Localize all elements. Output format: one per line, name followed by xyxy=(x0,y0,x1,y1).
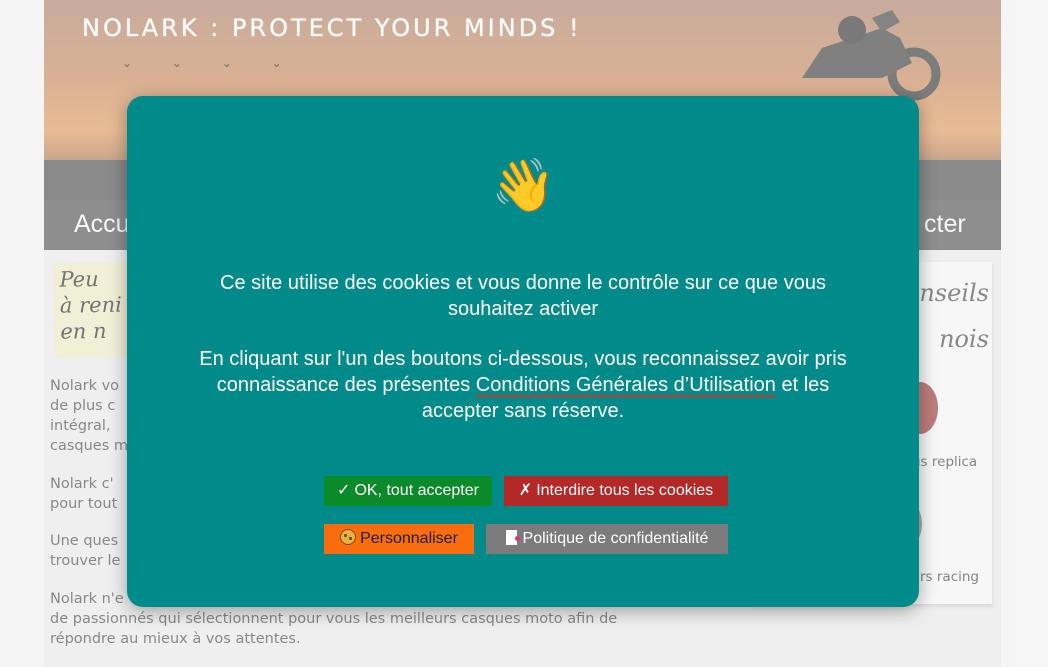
document-icon xyxy=(505,530,520,545)
checkmark-icon: ✓ xyxy=(337,482,351,499)
privacy-policy-button[interactable]: Politique de confidentialité xyxy=(486,524,728,554)
cookie-terms-text: En cliquant sur l'un des boutons ci-dess… xyxy=(199,348,847,422)
accept-all-cookies-button[interactable]: ✓ OK, tout accepter xyxy=(324,476,492,506)
terms-of-use-link[interactable]: Conditions Générales d’Utilisation xyxy=(476,374,776,396)
cookie-consent-modal: 👋 Ce site utilise des cookies et vous do… xyxy=(127,96,919,607)
cookie-intro-text: Ce site utilise des cookies et vous donn… xyxy=(220,272,826,320)
cross-icon: ✗ xyxy=(518,482,533,499)
cookie-icon xyxy=(340,529,357,545)
deny-all-cookies-button[interactable]: ✗ Interdire tous les cookies xyxy=(504,476,728,506)
customize-cookies-button[interactable]: Personnaliser xyxy=(324,524,474,554)
waving-hand-icon: 👋 xyxy=(491,156,556,216)
